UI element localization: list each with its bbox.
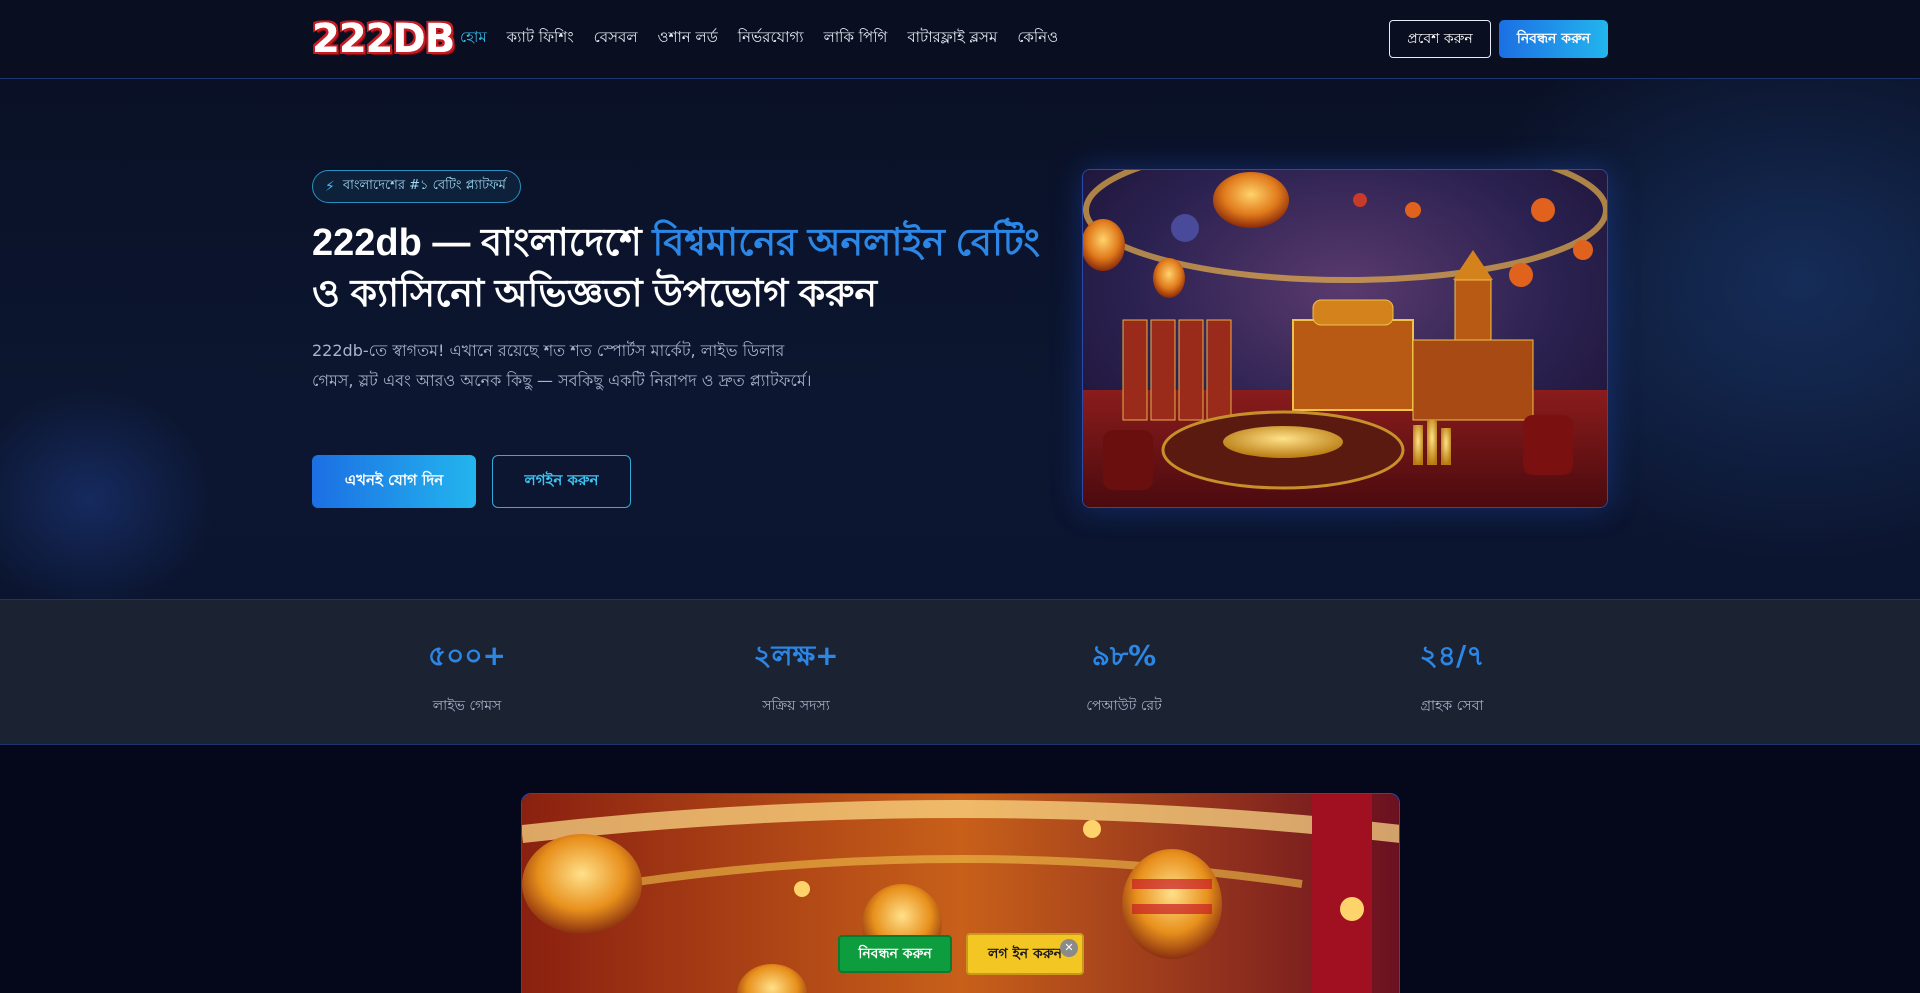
nav-item-home[interactable]: হোম — [460, 27, 487, 47]
stat-value: ২৪/৭ — [1419, 639, 1485, 672]
header-login-button[interactable]: প্রবেশ করুন — [1389, 20, 1491, 58]
stat-label: সক্রিয় সদস্য — [762, 698, 830, 714]
hero-title-part1: 222db — বাংলাদেশে — [312, 222, 653, 264]
floating-login-button[interactable]: লগ ইন করুন ✕ — [966, 933, 1084, 975]
nav-item-lucky-piggy[interactable]: লাকি পিগি — [824, 27, 888, 47]
stat-label: লাইভ গেমস — [432, 698, 502, 714]
hero-badge-text: বাংলাদেশের #১ বেটিং প্ল্যাটফর্ম — [342, 178, 506, 193]
site-header: 222DB হোম ক্যাট ফিশিং বেসবল ওশান লর্ড নি… — [0, 0, 1920, 79]
bolt-icon: ⚡ — [325, 178, 335, 195]
hero-section — [0, 79, 1920, 600]
floating-action-bar: নিবন্ধন করুন লগ ইন করুন ✕ — [838, 933, 1084, 975]
nav-item-butterfly-blossom[interactable]: বাটারফ্লাই ব্লসম — [907, 27, 997, 47]
main-nav: হোম ক্যাট ফিশিং বেসবল ওশান লর্ড নির্ভরযো… — [460, 27, 1078, 47]
hero-title-highlight: বিশ্বমানের অনলাইন বেটিং — [652, 222, 1041, 264]
stat-active-members: ২লক্ষ+ সক্রিয় সদস্য — [696, 636, 896, 718]
nav-item-keno[interactable]: কেনিও — [1017, 27, 1058, 47]
casino-hero-image — [1082, 169, 1608, 508]
nav-item-cat-fishing[interactable]: ক্যাট ফিশিং — [507, 27, 574, 47]
floating-login-label: লগ ইন করুন — [988, 946, 1062, 962]
header-register-button[interactable]: নিবন্ধন করুন — [1499, 20, 1608, 58]
stat-payout-rate: ৯৮% পেআউট রেট — [1024, 636, 1224, 718]
nav-item-ocean-lord[interactable]: ওশান লর্ড — [658, 27, 718, 47]
nav-item-reliable[interactable]: নির্ভরযোগ্য — [738, 27, 804, 47]
page: 222DB হোম ক্যাট ফিশিং বেসবল ওশান লর্ড নি… — [0, 0, 1920, 993]
floating-register-button[interactable]: নিবন্ধন করুন — [838, 935, 952, 973]
stat-customer-service: ২৪/৭ গ্রাহক সেবা — [1352, 636, 1552, 718]
stat-live-games: ৫০০+ লাইভ গেমস — [367, 636, 567, 718]
stats-section: ৫০০+ লাইভ গেমস ২লক্ষ+ সক্রিয় সদস্য ৯৮% … — [0, 600, 1920, 745]
hero-description: 222db-তে স্বাগতম! এখানে রয়েছে শত শত স্প… — [312, 341, 812, 390]
close-icon[interactable]: ✕ — [1060, 939, 1078, 957]
stat-label: গ্রাহক সেবা — [1420, 698, 1484, 714]
stat-value: ৯৮% — [1091, 639, 1157, 672]
stat-label: পেআউট রেট — [1086, 698, 1162, 714]
stat-value: ২লক্ষ+ — [753, 639, 839, 672]
site-logo[interactable]: 222DB — [312, 16, 455, 62]
hero-title-part2: ও ক্যাসিনো অভিজ্ঞতা উপভোগ করুন — [312, 273, 878, 315]
hero-badge: ⚡ বাংলাদেশের #১ বেটিং প্ল্যাটফর্ম — [312, 170, 521, 203]
nav-item-baseball[interactable]: বেসবল — [594, 27, 638, 47]
hero-login-button[interactable]: লগইন করুন — [492, 455, 631, 508]
stat-value: ৫০০+ — [427, 639, 507, 672]
join-now-button[interactable]: এখনই যোগ দিন — [312, 455, 476, 508]
hero-title: 222db — বাংলাদেশে বিশ্বমানের অনলাইন বেটি… — [312, 218, 1072, 320]
